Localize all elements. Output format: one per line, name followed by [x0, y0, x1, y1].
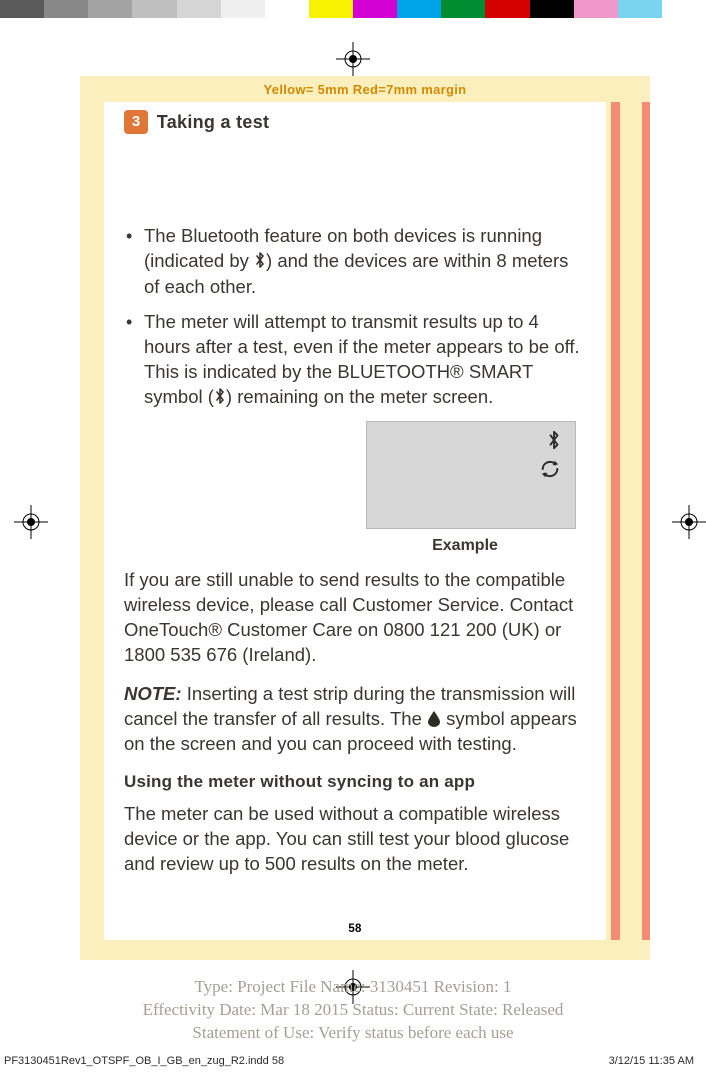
example-caption: Example — [124, 535, 586, 557]
step-header: 3 Taking a test — [124, 110, 586, 134]
sync-paragraph: The meter can be used without a compatib… — [124, 802, 586, 877]
bullet-text: ) remaining on the meter screen. — [226, 386, 493, 407]
page-area: Yellow= 5mm Red=7mm margin 3 Taking a te… — [80, 76, 650, 960]
registration-mark-icon — [14, 505, 48, 539]
print-footer: PF3130451Rev1_OTSPF_OB_I_GB_en_zug_R2.in… — [0, 1055, 706, 1067]
margin-guide-label: Yellow= 5mm Red=7mm margin — [80, 76, 650, 101]
registration-mark-icon — [672, 505, 706, 539]
footer-timestamp: 3/12/15 11:35 AM — [609, 1055, 694, 1067]
note-label: NOTE: — [124, 683, 182, 704]
metadata-line: Statement of Use: Verify status before e… — [0, 1022, 706, 1045]
step-number-badge: 3 — [124, 110, 148, 134]
metadata-line: Type: Project File Name: 3130451 Revisio… — [0, 976, 706, 999]
bluetooth-icon — [254, 250, 266, 275]
example-figure — [124, 421, 586, 529]
blood-drop-icon — [427, 709, 441, 726]
bullet-item: The meter will attempt to transmit resul… — [124, 310, 586, 411]
note-paragraph: NOTE: Inserting a test strip during the … — [124, 682, 586, 757]
registration-mark-icon — [336, 42, 370, 76]
page-number: 58 — [104, 923, 606, 935]
footer-filename: PF3130451Rev1_OTSPF_OB_I_GB_en_zug_R2.in… — [4, 1055, 284, 1067]
step-title: Taking a test — [157, 112, 270, 132]
metadata-line: Effectivity Date: Mar 18 2015 Status: Cu… — [0, 999, 706, 1022]
sync-icon — [539, 458, 561, 487]
print-color-bar — [0, 0, 706, 18]
contact-paragraph: If you are still unable to send results … — [124, 568, 586, 668]
page-content: 3 Taking a test The Bluetooth feature on… — [104, 102, 606, 940]
section-subhead: Using the meter without syncing to an ap… — [124, 771, 586, 794]
red-margin-strip-outer — [642, 102, 650, 940]
meter-screen-example — [366, 421, 576, 529]
document-metadata: Type: Project File Name: 3130451 Revisio… — [0, 976, 706, 1045]
bluetooth-icon — [547, 430, 561, 456]
bluetooth-icon — [214, 386, 226, 411]
red-margin-strip-inner — [611, 102, 620, 940]
bullet-item: The Bluetooth feature on both devices is… — [124, 224, 586, 300]
